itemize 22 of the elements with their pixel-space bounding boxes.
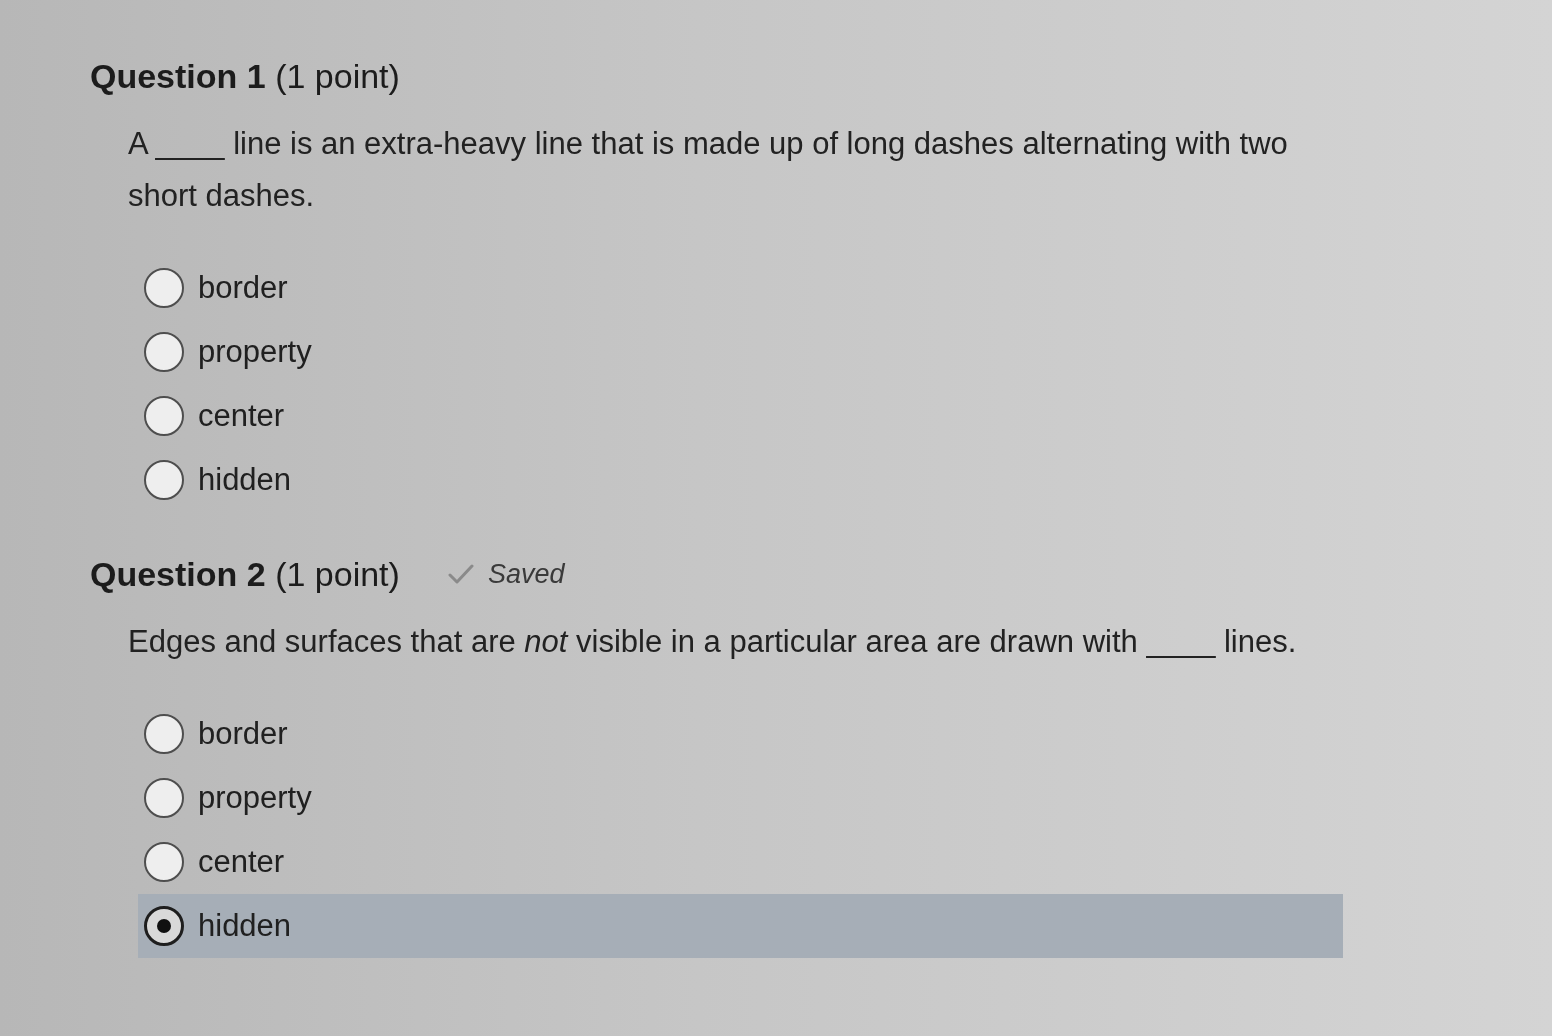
radio-button[interactable] <box>144 714 184 754</box>
radio-button[interactable] <box>144 778 184 818</box>
radio-button[interactable] <box>144 460 184 500</box>
radio-button[interactable] <box>144 842 184 882</box>
saved-status: Saved <box>487 558 565 590</box>
radio-button[interactable] <box>144 268 184 308</box>
option-label: property <box>198 334 312 370</box>
question-prompt: Edges and surfaces that are not visible in a particular area are drawn with ____ lines. <box>128 623 1298 661</box>
option-label: hidden <box>198 908 292 944</box>
question-title: Question 2 (1 point) <box>90 554 400 595</box>
radio-button[interactable] <box>144 396 184 436</box>
question-prompt: A ____ line is an extra-heavy line that is made up of long dashes alternating with two short dashes. <box>128 125 1289 215</box>
radio-button[interactable] <box>144 332 184 372</box>
option-label: center <box>198 844 285 880</box>
option-label: hidden <box>198 462 292 498</box>
option-label: border <box>198 270 288 306</box>
option-label: center <box>198 398 285 434</box>
option-label: border <box>198 716 288 752</box>
option-label: property <box>198 780 312 816</box>
question-title: Question 1 (1 point) <box>90 56 400 97</box>
radio-button[interactable] <box>144 906 184 946</box>
check-icon <box>447 564 474 584</box>
